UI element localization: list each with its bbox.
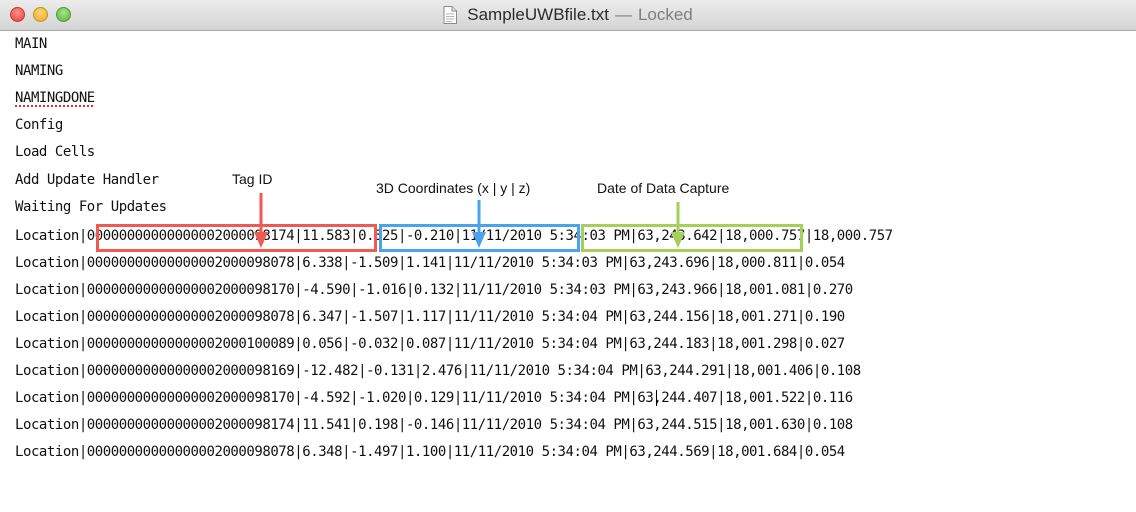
text-editor-window: SampleUWBfile.txt — Locked MAIN NAMING N… — [0, 0, 1136, 512]
annotation-arrows — [254, 193, 685, 248]
date-arrow — [671, 202, 685, 248]
coordinates-arrow — [472, 200, 486, 248]
tag-id-arrow — [254, 193, 268, 248]
